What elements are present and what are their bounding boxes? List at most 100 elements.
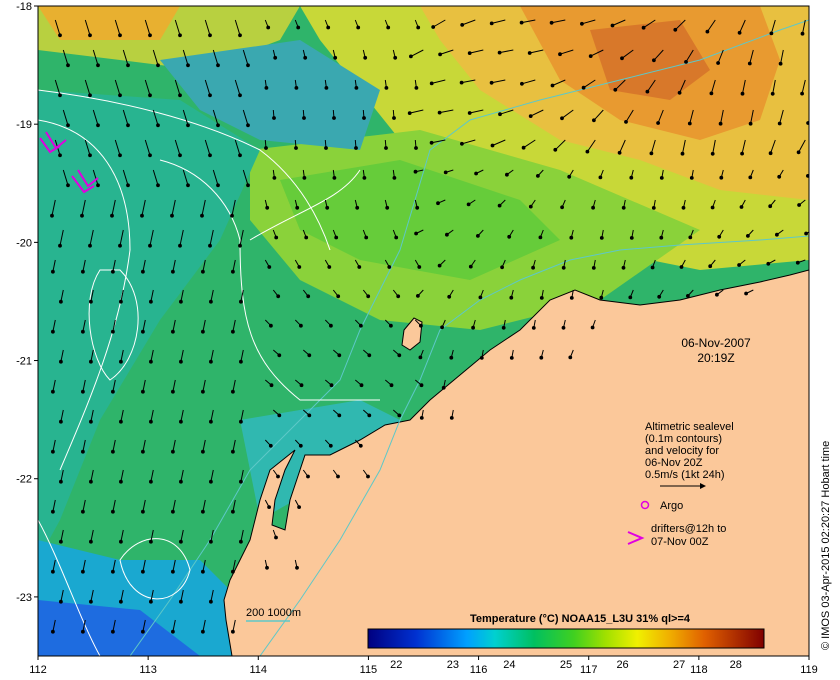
velocity-arrow-head: [560, 205, 564, 210]
velocity-arrow-head: [231, 269, 235, 274]
y-tick-label: -22: [16, 474, 32, 486]
velocity-arrow-head: [441, 385, 446, 390]
velocity-arrow-head: [449, 355, 454, 360]
velocity-arrow-head: [51, 389, 55, 394]
velocity-arrow-head: [561, 265, 566, 270]
velocity-arrow-head: [688, 235, 693, 240]
velocity-arrow-head: [598, 175, 603, 180]
velocity-arrow-head: [238, 243, 242, 248]
velocity-arrow-head: [126, 123, 130, 128]
velocity-arrow-head: [449, 416, 454, 420]
velocity-arrow-head: [719, 175, 724, 180]
velocity-arrow-head: [629, 175, 634, 180]
velocity-arrow-head: [66, 63, 70, 68]
x-tick-label: 117: [580, 664, 598, 676]
velocity-arrow-head: [392, 116, 396, 120]
y-axis: -18 -19 -20 -21 -22 -23: [16, 1, 38, 604]
velocity-arrow-head: [231, 449, 235, 454]
velocity-arrow-head: [264, 86, 269, 90]
velocity-arrow-head: [384, 86, 389, 90]
velocity-arrow-head: [363, 55, 368, 60]
velocity-arrow-head: [118, 243, 122, 248]
velocity-arrow-head: [520, 81, 524, 86]
velocity-arrow-head: [332, 176, 337, 180]
velocity-arrow-head: [652, 58, 656, 63]
velocity-arrow-head: [684, 60, 688, 64]
velocity-arrow-head: [681, 205, 686, 210]
velocity-arrow-head: [149, 359, 153, 364]
velocity-arrow-head: [89, 299, 93, 304]
velocity-arrow-head: [272, 116, 276, 120]
velocity-arrow-head: [119, 599, 123, 604]
velocity-arrow-head: [677, 90, 682, 95]
velocity-arrow-head: [209, 419, 213, 424]
velocity-arrow-head: [539, 355, 544, 360]
velocity-arrow-head: [209, 299, 213, 304]
velocity-arrow-head: [178, 243, 182, 248]
velocity-arrow-head: [277, 413, 282, 418]
velocity-arrow-head: [429, 81, 434, 86]
velocity-arrow-head: [553, 147, 558, 152]
velocity-arrow-head: [66, 183, 70, 188]
x-tick-label: 119: [800, 664, 818, 676]
velocity-arrow-head: [327, 265, 332, 269]
velocity-arrow-head: [59, 539, 63, 544]
velocity-arrow-head: [716, 61, 720, 65]
velocity-arrow-head: [209, 479, 213, 484]
velocity-arrow-head: [777, 174, 782, 179]
sst-map-figure: 112 113 114 115 116 117 118 119 -18 -19 -20 -21 -22…: [16, 1, 832, 676]
velocity-arrow-head: [302, 176, 307, 180]
velocity-arrow-head: [306, 474, 310, 479]
velocity-arrow-head: [538, 235, 543, 240]
velocity-arrow-head: [141, 569, 145, 574]
velocity-arrow-head: [416, 25, 421, 30]
velocity-arrow-head: [81, 269, 85, 274]
velocity-arrow-head: [337, 413, 342, 418]
velocity-arrow-head: [171, 329, 175, 334]
velocity-arrow-head: [358, 443, 363, 448]
velocity-arrow-head: [394, 235, 399, 240]
velocity-arrow-head: [216, 183, 220, 188]
colorbar-ticks: 22 23 24 25 26 27 28: [390, 659, 742, 671]
velocity-arrow-head: [201, 509, 205, 514]
velocity-arrow-head: [89, 479, 93, 484]
velocity-arrow-head: [366, 474, 370, 479]
velocity-arrow-head: [171, 509, 175, 514]
velocity-arrow-head: [431, 25, 436, 29]
velocity-arrow-head: [581, 85, 586, 90]
velocity-arrow-head: [501, 325, 506, 330]
velocity-arrow-head: [171, 449, 175, 454]
velocity-arrow-head: [186, 183, 190, 188]
velocity-arrow-head: [478, 295, 483, 300]
velocity-arrow-head: [208, 33, 212, 38]
drifters-label-2: 07-Nov 00Z: [651, 536, 709, 548]
velocity-arrow-head: [384, 146, 388, 150]
velocity-arrow-head: [148, 33, 152, 38]
velocity-arrow-head: [569, 235, 574, 240]
velocity-arrow-head: [718, 121, 723, 126]
velocity-arrow-head: [81, 389, 85, 394]
velocity-arrow-head: [118, 93, 122, 98]
velocity-arrow-head: [498, 112, 502, 117]
velocity-arrow-head: [429, 140, 434, 145]
colorbar: [367, 628, 765, 649]
velocity-arrow-head: [418, 355, 423, 360]
velocity-arrow-head: [389, 383, 394, 388]
velocity-arrow-head: [179, 539, 183, 544]
velocity-arrow-head: [246, 183, 250, 188]
velocity-arrow-head: [297, 505, 302, 510]
sst-field: [38, 6, 809, 656]
velocity-arrow-head: [179, 479, 183, 484]
velocity-arrow-head: [239, 359, 243, 364]
velocity-arrow-head: [364, 235, 369, 240]
legend-line-1: Altimetric sealevel: [645, 421, 734, 433]
velocity-arrow-head: [200, 213, 204, 218]
velocity-arrow-head: [81, 629, 85, 634]
map-time: 20:19Z: [697, 351, 734, 365]
velocity-arrow-head: [141, 269, 145, 274]
velocity-arrow-head: [58, 153, 62, 158]
velocity-arrow-head: [397, 353, 402, 358]
velocity-arrow-head: [490, 143, 495, 148]
velocity-arrow-head: [397, 413, 402, 418]
velocity-arrow-head: [468, 264, 473, 269]
